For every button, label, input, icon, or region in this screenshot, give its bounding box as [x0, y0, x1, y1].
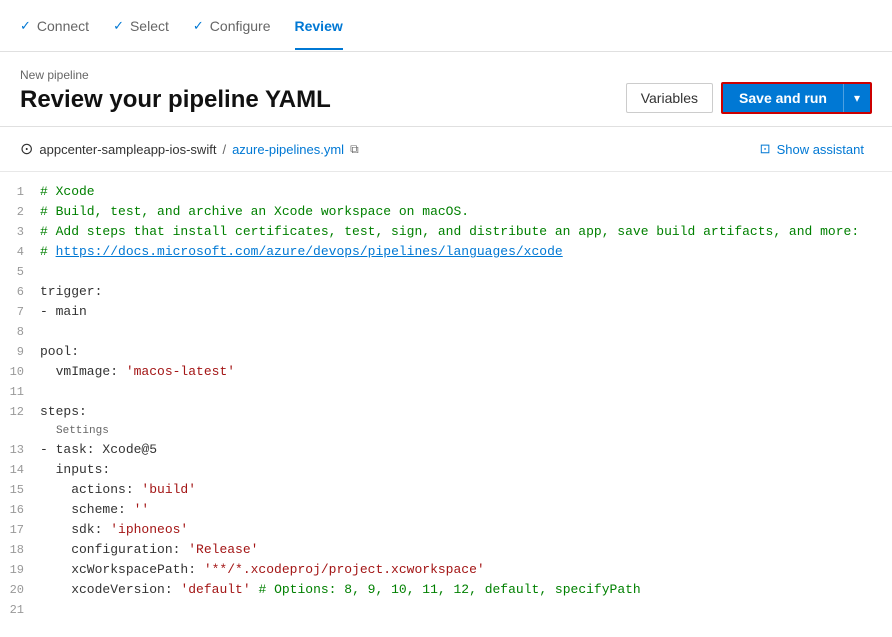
show-assistant-label: Show assistant — [777, 142, 864, 157]
line-content: - task: Xcode@5 — [40, 440, 892, 460]
step-review[interactable]: Review — [295, 18, 367, 34]
line-number: 13 — [0, 440, 40, 460]
line-number: 9 — [0, 342, 40, 362]
code-line: 10 vmImage: 'macos-latest' — [0, 362, 892, 382]
line-number: 14 — [0, 460, 40, 480]
step-connect[interactable]: ✓ Connect — [20, 18, 113, 34]
line-content: # https://docs.microsoft.com/azure/devop… — [40, 242, 892, 262]
code-editor[interactable]: 1 # Xcode 2 # Build, test, and archive a… — [0, 172, 892, 630]
code-line: 21 — [0, 600, 892, 620]
line-number: 4 — [0, 242, 40, 262]
code-line: 15 actions: 'build' — [0, 480, 892, 500]
breadcrumb: New pipeline — [20, 68, 331, 82]
filename[interactable]: azure-pipelines.yml — [232, 142, 344, 157]
line-content: # Build, test, and archive an Xcode work… — [40, 202, 892, 222]
code-line: 6 trigger: — [0, 282, 892, 302]
code-line: 2 # Build, test, and archive an Xcode wo… — [0, 202, 892, 222]
line-number: 1 — [0, 182, 40, 202]
step-review-label: Review — [295, 18, 343, 34]
line-number: 7 — [0, 302, 40, 322]
line-number: 17 — [0, 520, 40, 540]
steps-nav: ✓ Connect ✓ Select ✓ Configure Review — [0, 0, 892, 52]
show-assistant-button[interactable]: ⊡ Show assistant — [752, 137, 872, 161]
code-line: 18 configuration: 'Release' — [0, 540, 892, 560]
line-content: trigger: — [40, 282, 892, 302]
step-select[interactable]: ✓ Select — [113, 18, 193, 34]
line-content: # Add steps that install certificates, t… — [40, 222, 892, 242]
code-line: 14 inputs: — [0, 460, 892, 480]
code-line: 16 scheme: '' — [0, 500, 892, 520]
save-and-run-button[interactable]: Save and run — [723, 84, 843, 112]
line-content: - main — [40, 302, 892, 322]
step-select-label: Select — [130, 18, 169, 34]
step-connect-label: Connect — [37, 18, 89, 34]
check-icon: ✓ — [20, 18, 31, 34]
code-line: 9 pool: — [0, 342, 892, 362]
code-line: 1 # Xcode — [0, 182, 892, 202]
line-content: scheme: '' — [40, 500, 892, 520]
assistant-icon: ⊡ — [760, 141, 771, 157]
line-number: 2 — [0, 202, 40, 222]
line-number: 21 — [0, 600, 40, 620]
save-run-group: Save and run ▾ — [721, 82, 872, 114]
check-icon: ✓ — [113, 18, 124, 34]
code-line: 12 steps: — [0, 402, 892, 422]
line-content: actions: 'build' — [40, 480, 892, 500]
repo-name: appcenter-sampleapp-ios-swift — [39, 142, 216, 157]
code-line: 8 — [0, 322, 892, 342]
page-title: Review your pipeline YAML — [20, 86, 331, 114]
line-number: 6 — [0, 282, 40, 302]
code-line: 3 # Add steps that install certificates,… — [0, 222, 892, 242]
code-line: 17 sdk: 'iphoneos' — [0, 520, 892, 540]
line-content: xcWorkspacePath: '**/*.xcodeproj/project… — [40, 560, 892, 580]
code-line: 20 xcodeVersion: 'default' # Options: 8,… — [0, 580, 892, 600]
line-number: 10 — [0, 362, 40, 382]
line-content: pool: — [40, 342, 892, 362]
line-number: 15 — [0, 480, 40, 500]
line-content: configuration: 'Release' — [40, 540, 892, 560]
line-content: # Xcode — [40, 182, 892, 202]
line-number: 19 — [0, 560, 40, 580]
step-configure[interactable]: ✓ Configure — [193, 18, 295, 34]
line-content: steps: — [40, 402, 892, 422]
header-left: New pipeline Review your pipeline YAML — [20, 68, 331, 114]
code-line: 4 # https://docs.microsoft.com/azure/dev… — [0, 242, 892, 262]
line-content: sdk: 'iphoneos' — [40, 520, 892, 540]
filepath-row: ⊙ appcenter-sampleapp-ios-swift / azure-… — [0, 127, 892, 172]
line-number: 16 — [0, 500, 40, 520]
line-number: 5 — [0, 262, 40, 282]
line-content: inputs: — [40, 460, 892, 480]
line-number: 18 — [0, 540, 40, 560]
line-number: 20 — [0, 580, 40, 600]
line-content: xcodeVersion: 'default' # Options: 8, 9,… — [40, 580, 892, 600]
line-content: vmImage: 'macos-latest' — [40, 362, 892, 382]
step-configure-label: Configure — [210, 18, 271, 34]
line-number: 12 — [0, 402, 40, 422]
line-number: 3 — [0, 222, 40, 242]
code-line: 11 — [0, 382, 892, 402]
line-number: 8 — [0, 322, 40, 342]
github-icon: ⊙ — [20, 139, 33, 159]
code-line: 19 xcWorkspacePath: '**/*.xcodeproj/proj… — [0, 560, 892, 580]
copy-icon[interactable]: ⧉ — [350, 142, 359, 157]
variables-button[interactable]: Variables — [626, 83, 713, 113]
settings-label: Settings — [0, 422, 892, 440]
header-area: New pipeline Review your pipeline YAML V… — [0, 52, 892, 127]
save-run-dropdown-button[interactable]: ▾ — [843, 84, 870, 112]
code-line: 7 - main — [0, 302, 892, 322]
check-icon: ✓ — [193, 18, 204, 34]
code-line: 5 — [0, 262, 892, 282]
filepath-left: ⊙ appcenter-sampleapp-ios-swift / azure-… — [20, 139, 359, 159]
path-separator: / — [222, 142, 226, 157]
code-line: 13 - task: Xcode@5 — [0, 440, 892, 460]
header-right: Variables Save and run ▾ — [626, 82, 872, 114]
line-number: 11 — [0, 382, 40, 402]
